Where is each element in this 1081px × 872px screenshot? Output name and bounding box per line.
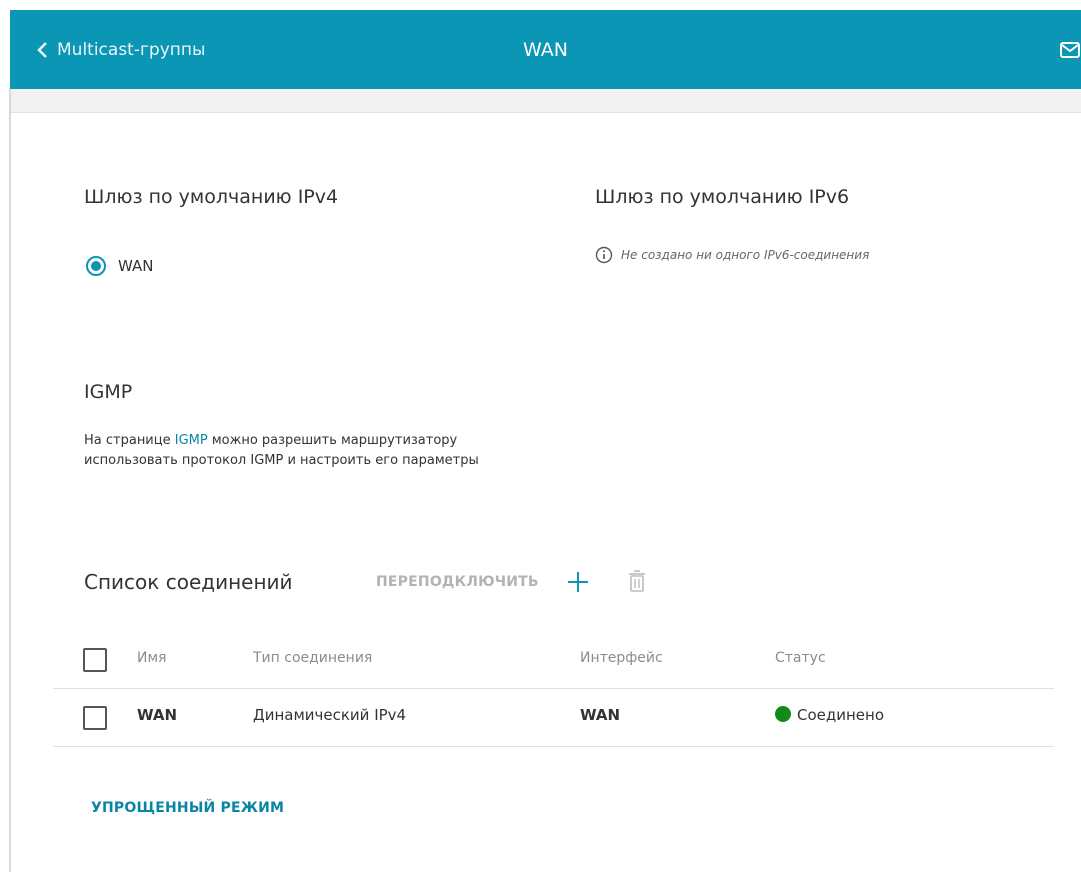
back-link[interactable]: Multicast-группы xyxy=(36,10,205,89)
column-header-type: Тип соединения xyxy=(253,650,373,666)
row-connection-type[interactable]: Динамический IPv4 xyxy=(253,706,406,724)
chevron-left-icon xyxy=(37,41,47,58)
reconnect-button[interactable]: ПЕРЕПОДКЛЮЧИТЬ xyxy=(376,574,539,590)
column-header-name: Имя xyxy=(137,650,167,666)
radio-label: WAN xyxy=(118,257,154,275)
connections-title: Список соединений xyxy=(84,570,293,594)
igmp-description: На странице IGMP можно разрешить маршрут… xyxy=(84,431,484,471)
ipv6-info-text: Не создано ни одного IPv6-соединения xyxy=(621,248,870,262)
back-link-label: Multicast-группы xyxy=(57,39,206,60)
ipv4-gateway-option-wan[interactable]: WAN xyxy=(86,256,154,276)
add-icon[interactable] xyxy=(566,570,590,594)
mail-icon[interactable] xyxy=(1059,39,1081,61)
radio-button[interactable] xyxy=(86,256,106,276)
column-header-interface: Интерфейс xyxy=(580,650,663,666)
row-checkbox[interactable] xyxy=(83,706,107,730)
content-card xyxy=(11,112,1081,872)
simple-mode-button[interactable]: УПРОЩЕННЫЙ РЕЖИМ xyxy=(91,800,284,816)
row-status-label: Соединено xyxy=(797,706,885,724)
row-name[interactable]: WAN xyxy=(137,706,177,724)
igmp-desc-prefix: На странице xyxy=(84,433,175,448)
igmp-title: IGMP xyxy=(84,381,133,403)
trash-icon[interactable] xyxy=(628,569,646,593)
table-row-divider xyxy=(53,746,1054,747)
radio-selected-dot xyxy=(91,261,101,271)
column-header-status: Статус xyxy=(775,650,826,666)
ipv6-gateway-title: Шлюз по умолчанию IPv6 xyxy=(595,186,850,208)
top-bar: Multicast-группы WAN xyxy=(10,10,1081,89)
ipv6-info-message: Не создано ни одного IPv6-соединения xyxy=(595,246,869,264)
row-status: Соединено xyxy=(775,706,884,724)
status-connected-dot xyxy=(775,706,791,722)
igmp-link[interactable]: IGMP xyxy=(175,433,208,448)
info-icon xyxy=(595,246,613,264)
table-divider xyxy=(53,688,1054,689)
select-all-checkbox[interactable] xyxy=(83,648,107,672)
row-interface[interactable]: WAN xyxy=(580,706,620,724)
ipv4-gateway-title: Шлюз по умолчанию IPv4 xyxy=(84,186,339,208)
